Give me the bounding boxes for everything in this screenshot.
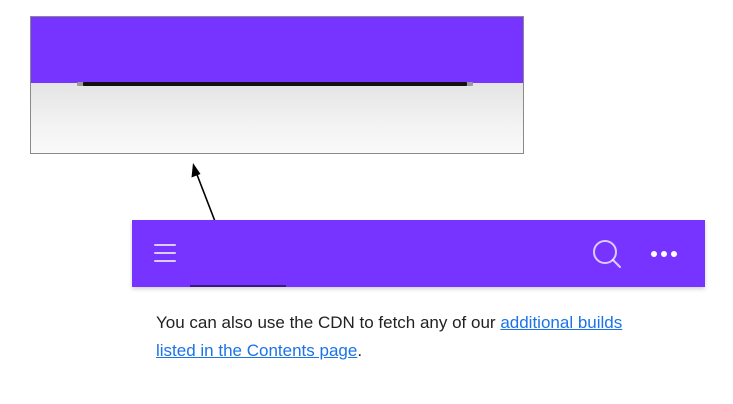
more-horizontal-icon[interactable] <box>644 237 684 271</box>
contents-page-link[interactable]: listed in the Contents page <box>156 341 357 360</box>
zoom-header-band <box>31 17 523 83</box>
search-icon[interactable] <box>590 237 624 271</box>
tab-underline-indicator <box>190 285 286 287</box>
paragraph-period: . <box>357 341 363 360</box>
zoom-tab-underline <box>83 82 467 86</box>
zoom-inset <box>30 16 524 154</box>
app-bar <box>132 220 705 287</box>
hamburger-menu-icon[interactable] <box>148 240 182 268</box>
additional-builds-link[interactable]: additional builds <box>500 313 622 332</box>
zoom-shadow-area <box>31 83 523 153</box>
paragraph-text: You can also use the CDN to fetch any of… <box>156 313 501 332</box>
screenshot-canvas: You can also use the CDN to fetch any of… <box>0 0 733 404</box>
content-paragraph: You can also use the CDN to fetch any of… <box>156 309 666 365</box>
